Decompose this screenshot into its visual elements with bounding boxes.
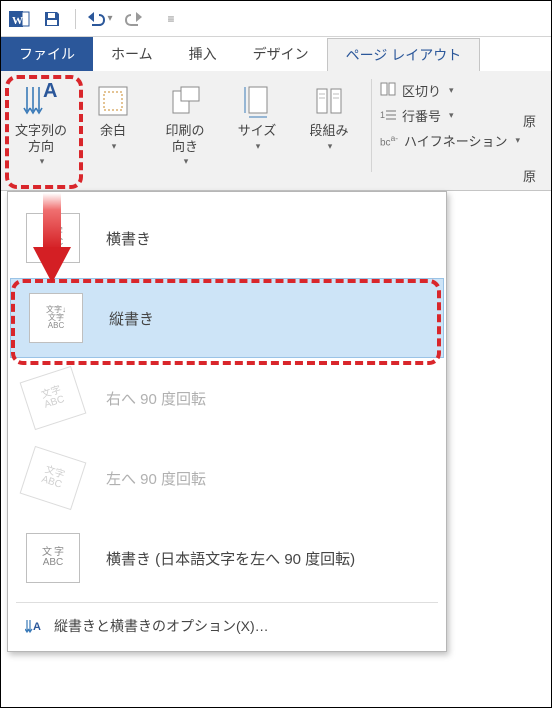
text-direction-label: 文字列の 方向 — [15, 123, 67, 154]
columns-label: 段組み — [309, 123, 348, 139]
text-direction-button[interactable]: A 文字列の 方向 ▾ — [5, 75, 77, 190]
dd-item-rotate-right: 文字 ABC 右へ 90 度回転 — [8, 358, 446, 438]
line-numbers-icon: 1 — [380, 107, 396, 124]
margins-label: 余白 — [100, 123, 126, 139]
undo-button[interactable]: ▾ — [82, 4, 116, 34]
dd-item-label: 横書き (日本語文字を左へ 90 度回転) — [106, 548, 355, 569]
chevron-down-icon: ▾ — [328, 141, 333, 152]
ribbon-group-page-setup: A 文字列の 方向 ▾ 余白 ▾ 印刷の 向き — [3, 75, 367, 190]
undo-caret-icon: ▾ — [107, 13, 112, 24]
chevron-down-icon: ▾ — [184, 156, 189, 167]
tab-page-layout[interactable]: ページ レイアウト — [327, 38, 481, 72]
tab-home[interactable]: ホーム — [93, 37, 171, 71]
orientation-label: 印刷の 向き — [165, 123, 204, 154]
svg-text:A: A — [43, 81, 57, 102]
thumb-jp-left-icon: 文 字 ABC — [26, 533, 80, 583]
size-button[interactable]: サイズ ▾ — [221, 75, 293, 190]
hyphenation-label: ハイフネーション — [404, 131, 507, 150]
size-icon — [237, 81, 277, 121]
orientation-button[interactable]: 印刷の 向き ▾ — [149, 75, 221, 190]
line-numbers-button[interactable]: 1 行番号 ▾ — [380, 106, 520, 125]
chevron-down-icon: ≡ — [167, 12, 174, 26]
chevron-down-icon: ▾ — [40, 156, 45, 167]
chevron-down-icon: ▾ — [515, 135, 520, 146]
ribbon-right-truncated: 原 原 — [523, 111, 551, 185]
svg-text:A: A — [33, 621, 41, 633]
margins-button[interactable]: 余白 ▾ — [77, 75, 149, 190]
chevron-down-icon: ▾ — [449, 85, 454, 96]
breaks-icon — [380, 82, 396, 99]
dd-item-label: 縦書きと横書きのオプション(X)… — [54, 616, 269, 636]
text-direction-icon: A — [21, 81, 61, 121]
svg-text:1: 1 — [380, 110, 385, 120]
dropdown-separator — [16, 602, 438, 603]
chevron-down-icon: ▾ — [449, 110, 454, 121]
hyphenation-icon: bca- — [380, 133, 398, 148]
ribbon-body: A 文字列の 方向 ▾ 余白 ▾ 印刷の 向き — [1, 71, 551, 191]
breaks-label: 区切り — [402, 81, 441, 100]
tab-design[interactable]: デザイン — [235, 37, 327, 71]
hyphenation-button[interactable]: bca- ハイフネーション ▾ — [380, 131, 520, 150]
size-label: サイズ — [238, 123, 277, 139]
ribbon-separator — [371, 79, 372, 172]
line-numbers-label: 行番号 — [402, 106, 441, 125]
ribbon-tabs: ファイル ホーム 挿入 デザイン ページ レイアウト — [1, 37, 551, 71]
app-icon: W — [5, 5, 33, 33]
tab-insert[interactable]: 挿入 — [171, 37, 235, 71]
thumb-rotate-left-icon: 文字 ABC — [20, 446, 87, 510]
columns-button[interactable]: 段組み ▾ — [293, 75, 365, 190]
truncated-text-2: 原 — [523, 166, 536, 185]
dd-item-options[interactable]: A 縦書きと横書きのオプション(X)… — [8, 607, 446, 645]
truncated-text-1: 原 — [523, 111, 536, 130]
svg-text:W: W — [12, 15, 23, 27]
dd-item-rotate-left: 文字 ABC 左へ 90 度回転 — [8, 438, 446, 518]
breaks-button[interactable]: 区切り ▾ — [380, 81, 520, 100]
save-button[interactable] — [35, 4, 69, 34]
chevron-down-icon: ▾ — [112, 141, 117, 152]
margins-icon — [93, 81, 133, 121]
redo-button[interactable] — [118, 4, 152, 34]
dd-item-vertical[interactable]: 文字↓ 文字 ABC 縦書き — [10, 278, 444, 358]
thumb-horizontal-icon: 文字 ABC — [26, 213, 80, 263]
thumb-rotate-right-icon: 文字 ABC — [20, 366, 87, 430]
columns-icon — [309, 81, 349, 121]
quick-access-toolbar: W ▾ ≡ — [1, 1, 551, 37]
dd-item-horizontal-jp-left[interactable]: 文 字 ABC 横書き (日本語文字を左へ 90 度回転) — [8, 518, 446, 598]
thumb-vertical-icon: 文字↓ 文字 ABC — [29, 293, 83, 343]
dd-item-label: 右へ 90 度回転 — [106, 388, 206, 409]
orientation-icon — [165, 81, 205, 121]
ribbon-group-breaks: 区切り ▾ 1 行番号 ▾ bca- ハイフネーション ▾ — [376, 75, 524, 190]
tab-file[interactable]: ファイル — [1, 37, 93, 71]
text-direction-options-icon: A — [24, 617, 42, 635]
customize-qat-button[interactable]: ≡ — [154, 4, 188, 34]
dd-item-label: 横書き — [106, 228, 151, 249]
dd-item-label: 縦書き — [109, 308, 154, 329]
qat-separator — [75, 9, 76, 29]
dd-item-label: 左へ 90 度回転 — [106, 468, 206, 489]
dd-item-horizontal[interactable]: 文字 ABC 横書き — [8, 198, 446, 278]
text-direction-dropdown: 文字 ABC 横書き 文字↓ 文字 ABC 縦書き 文字 ABC 右へ 90 度… — [7, 191, 447, 652]
chevron-down-icon: ▾ — [256, 141, 261, 152]
